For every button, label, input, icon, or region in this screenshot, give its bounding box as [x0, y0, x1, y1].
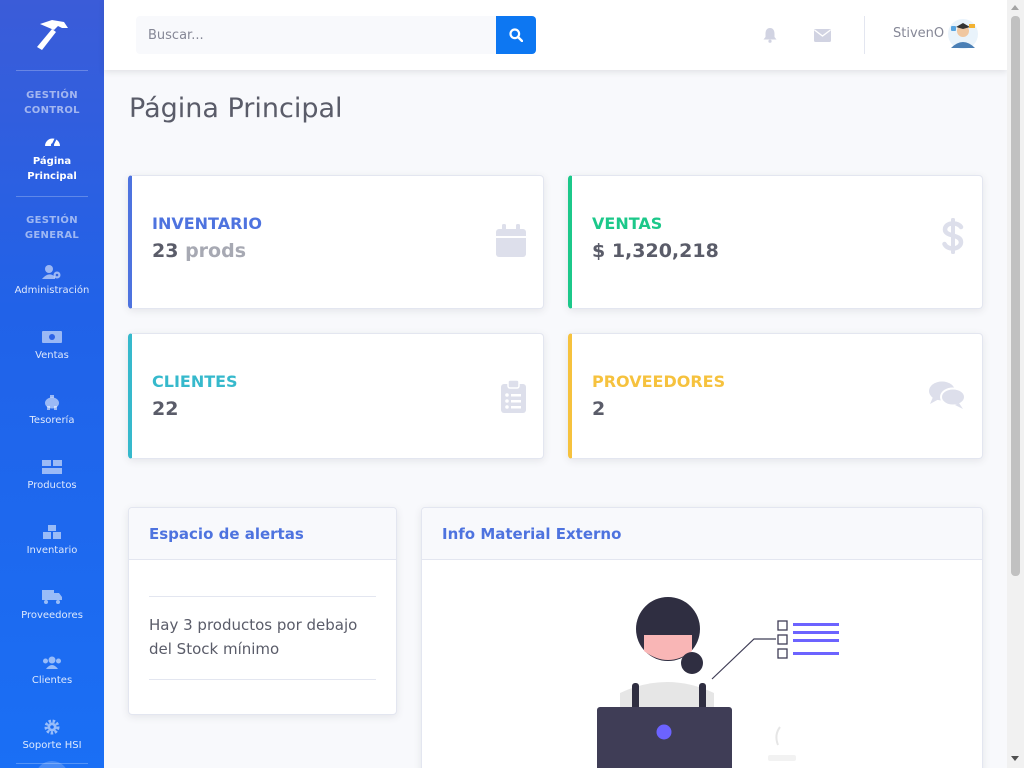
stat-value: 22 — [152, 398, 179, 420]
stat-value: $ 1,320,218 — [592, 240, 719, 262]
search-icon — [509, 28, 523, 42]
truck-icon — [42, 588, 62, 606]
page-title: Página Principal — [129, 93, 343, 124]
alerts-panel-title: Espacio de alertas — [129, 508, 396, 560]
sidebar-item-soporte[interactable]: Soporte HSI — [0, 718, 104, 751]
stat-card-clientes[interactable]: CLIENTES 22 — [128, 333, 544, 459]
avatar-icon — [948, 19, 978, 49]
alert-divider — [149, 679, 376, 680]
sidebar-divider — [16, 70, 88, 71]
alert-message: Hay 3 productos por debajo del Stock mín… — [149, 616, 358, 658]
stat-label: VENTAS — [592, 214, 663, 233]
envelope-icon — [813, 28, 831, 42]
stat-label: CLIENTES — [152, 372, 238, 391]
search-input[interactable] — [136, 16, 496, 54]
stat-card-inventario[interactable]: INVENTARIO 23 prods — [128, 175, 544, 309]
boxes-icon — [42, 458, 62, 476]
stat-value: 2 — [592, 398, 606, 420]
sidebar-item-productos[interactable]: Productos — [0, 458, 104, 491]
sidebar-item-administracion[interactable]: Administración — [0, 263, 104, 296]
external-material-panel: Info Material Externo — [421, 507, 983, 768]
person-laptop-illustration — [597, 597, 839, 768]
brand-logo[interactable] — [0, 0, 104, 70]
calendar-icon — [496, 224, 526, 261]
sidebar-item-clientes[interactable]: Clientes — [0, 653, 104, 686]
scroll-down-arrow[interactable] — [1011, 756, 1019, 761]
alerts-bell-button[interactable] — [760, 25, 780, 45]
comments-icon — [928, 380, 966, 414]
stat-value: 23 prods — [152, 240, 247, 262]
scroll-up-arrow[interactable] — [1011, 5, 1019, 10]
section-heading-control: GESTIÓN CONTROL — [24, 90, 80, 116]
sidebar-item-proveedores[interactable]: Proveedores — [0, 588, 104, 621]
piggy-bank-icon — [43, 393, 61, 411]
bell-icon — [763, 28, 777, 43]
section-heading-general: GESTIÓN GENERAL — [24, 215, 80, 241]
topbar: StivenO — [104, 0, 1007, 70]
stat-label: PROVEEDORES — [592, 372, 726, 391]
dashboard-icon — [44, 132, 61, 150]
dollar-icon — [942, 218, 964, 258]
stat-card-proveedores[interactable]: PROVEEDORES 2 — [568, 333, 983, 459]
stat-card-ventas[interactable]: VENTAS $ 1,320,218 — [568, 175, 983, 309]
sidebar-item-inventario[interactable]: Inventario — [0, 523, 104, 556]
scroll-thumb[interactable] — [1011, 16, 1020, 576]
search-button[interactable] — [496, 16, 536, 54]
sidebar-item-ventas[interactable]: Ventas — [0, 328, 104, 361]
messages-button[interactable] — [812, 25, 832, 45]
hammer-icon — [37, 20, 68, 50]
sidebar: GESTIÓN CONTROL Página Principal GESTIÓN… — [0, 0, 104, 768]
page-scrollbar[interactable] — [1007, 0, 1024, 768]
user-name[interactable]: StivenO — [893, 26, 944, 41]
users-icon — [42, 653, 62, 671]
topbar-divider — [864, 16, 865, 54]
sidebar-item-tesoreria[interactable]: Tesorería — [0, 393, 104, 426]
sidebar-item-pagina-principal[interactable]: Página Principal — [0, 132, 104, 184]
money-bill-icon — [42, 328, 62, 346]
alerts-panel: Espacio de alertas Hay 3 productos por d… — [128, 507, 397, 715]
stat-label: INVENTARIO — [152, 214, 262, 233]
user-avatar[interactable] — [947, 18, 979, 50]
cubes-icon — [43, 523, 61, 541]
cog-icon — [44, 718, 60, 736]
sidebar-divider — [16, 196, 88, 197]
clipboard-list-icon — [501, 379, 526, 417]
search-form — [136, 16, 536, 54]
users-cog-icon — [42, 263, 62, 281]
external-panel-title: Info Material Externo — [422, 508, 982, 560]
